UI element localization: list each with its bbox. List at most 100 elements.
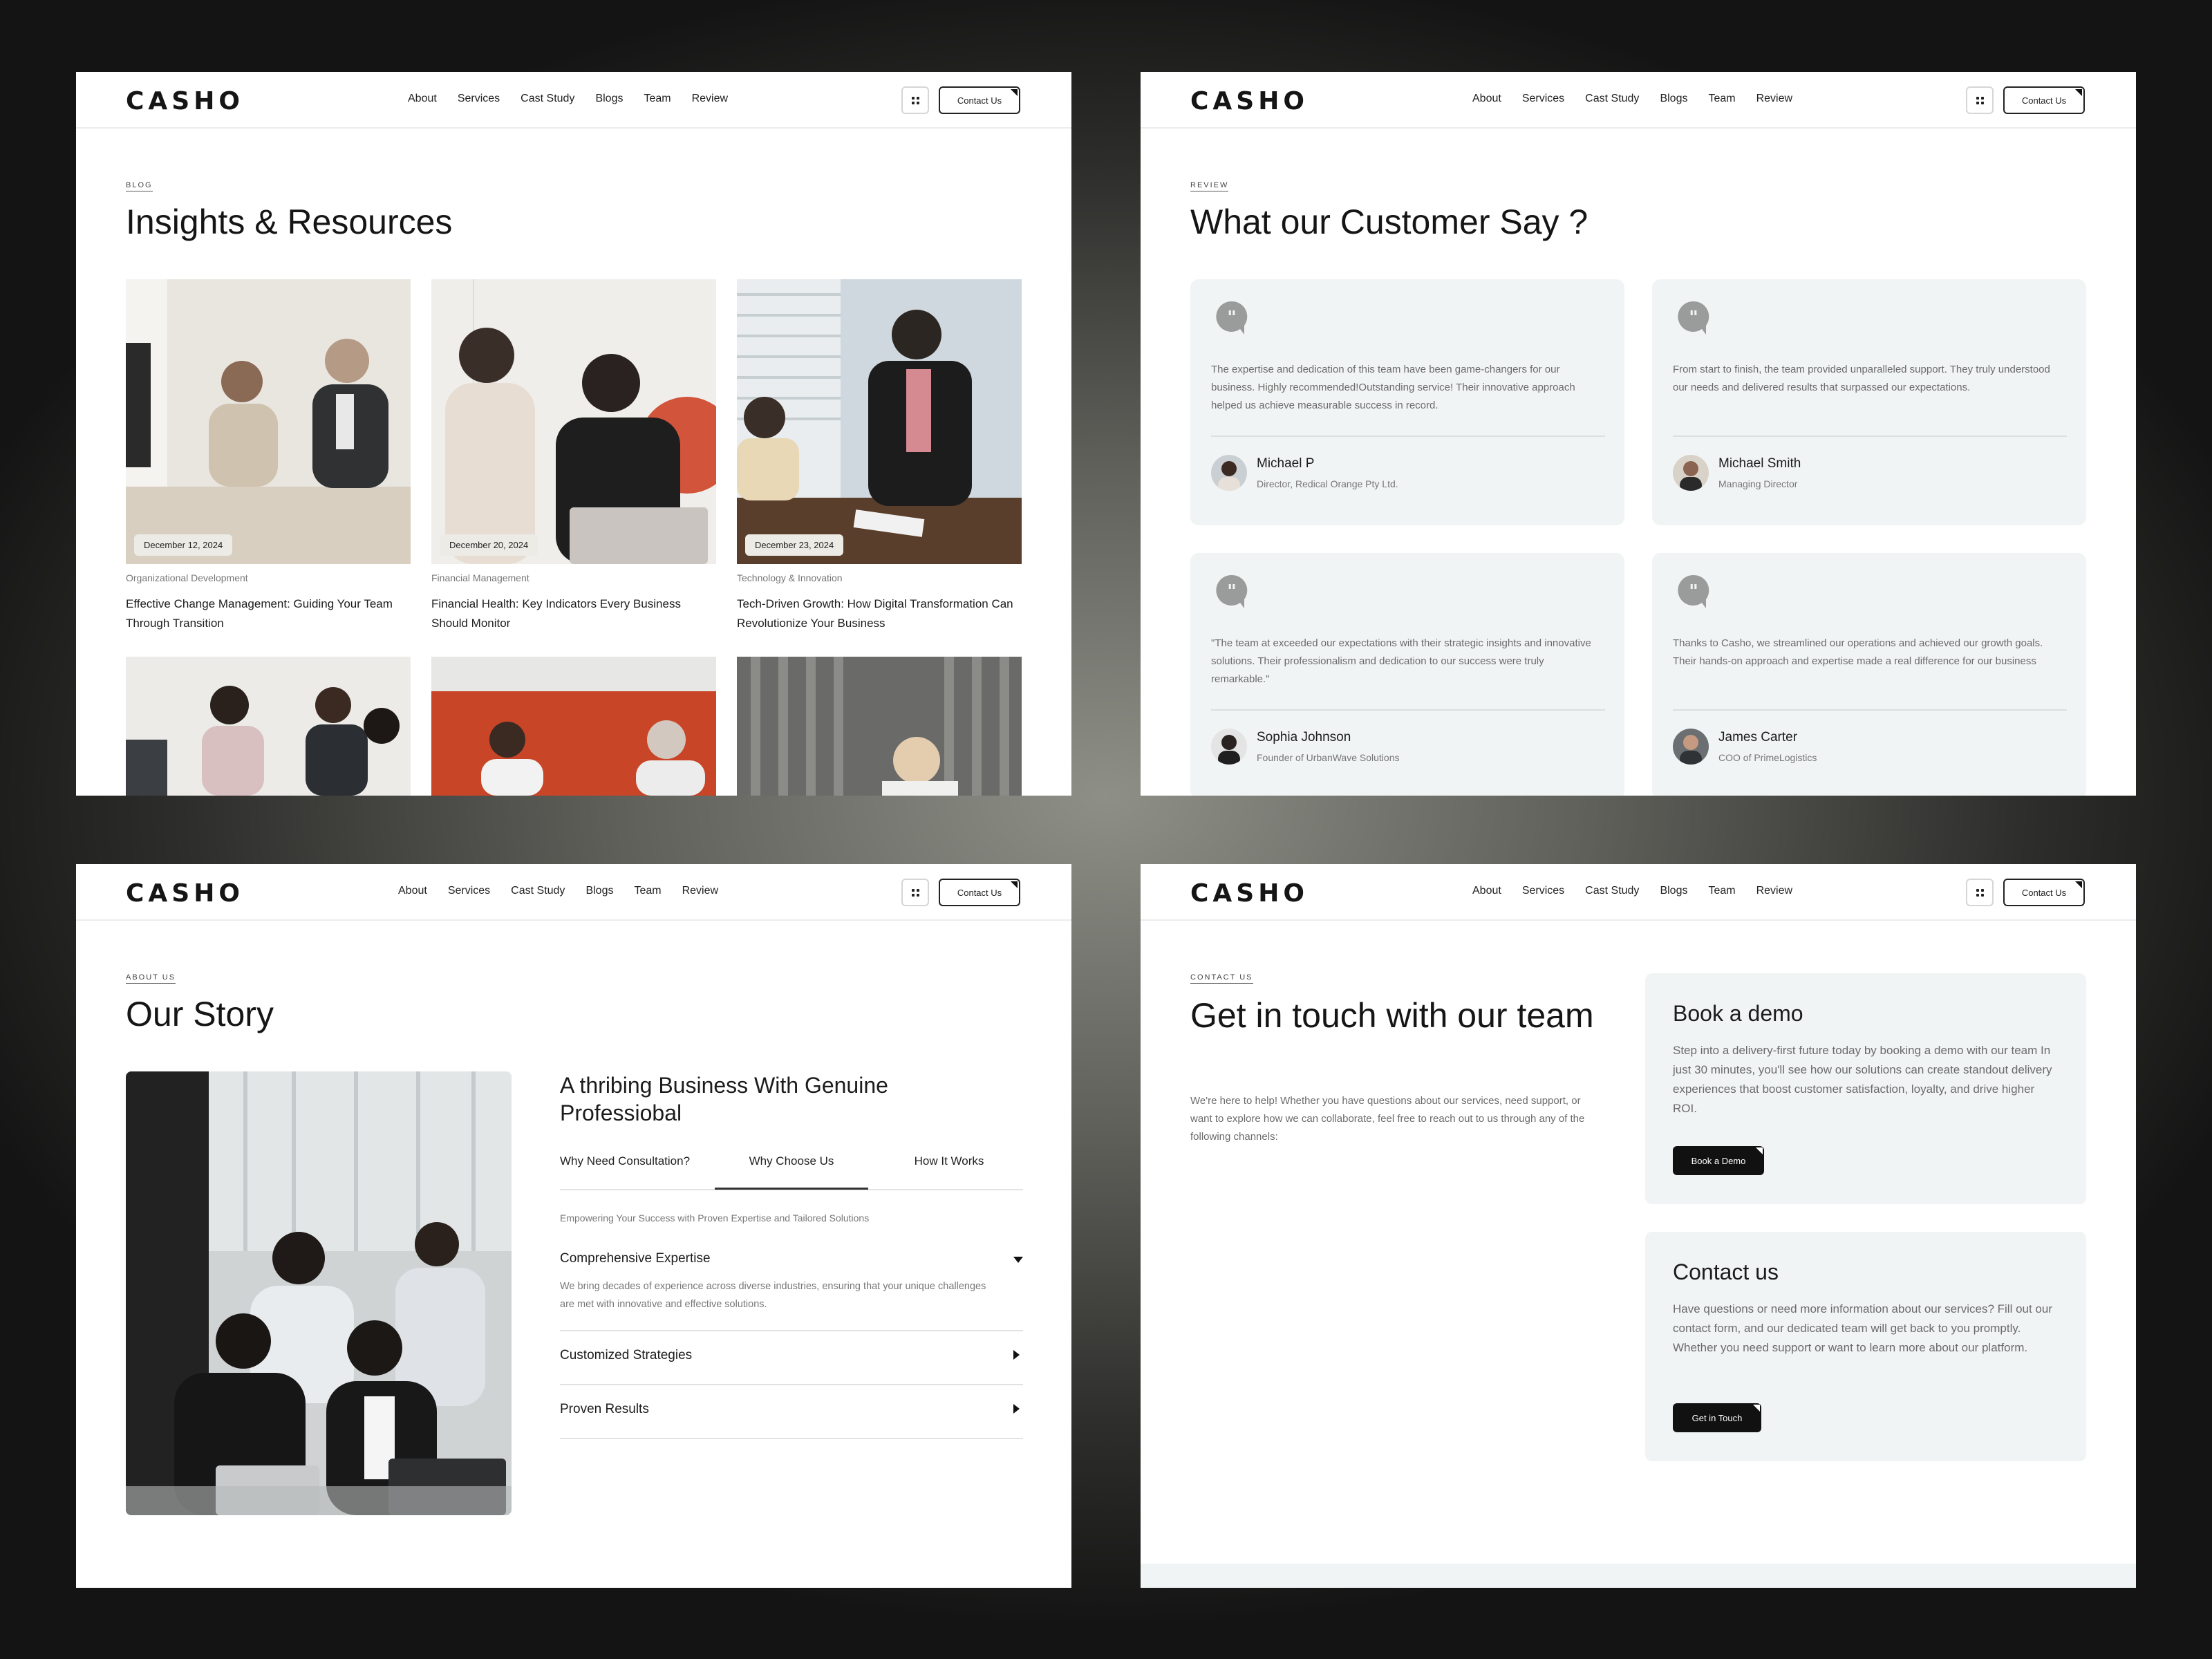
story-image — [126, 1071, 512, 1515]
nav-item-services[interactable]: Services — [448, 885, 490, 897]
grid-menu-button[interactable] — [1966, 86, 1994, 114]
nav-item-blogs[interactable]: Blogs — [595, 93, 623, 105]
contact-us-button[interactable]: Contact Us — [2003, 879, 2085, 906]
brand-logo[interactable]: CASHO — [1190, 87, 1309, 115]
nav-item-about[interactable]: About — [398, 885, 427, 897]
page-title: Get in touch with our team — [1190, 996, 1594, 1035]
grid-menu-button[interactable] — [901, 879, 929, 906]
nav-item-services[interactable]: Services — [1522, 93, 1564, 105]
brand-logo[interactable]: CASHO — [1190, 879, 1309, 908]
nav-item-blogs[interactable]: Blogs — [585, 885, 613, 897]
brand-logo[interactable]: CASHO — [126, 87, 244, 115]
tab-why-need-consultation[interactable]: Why Need Consultation? — [560, 1154, 708, 1188]
book-demo-button[interactable]: Book a Demo — [1673, 1146, 1764, 1175]
card-body: Have questions or need more information … — [1673, 1302, 2053, 1354]
card-title: Book a demo — [1673, 1001, 1803, 1026]
chevron-right-icon[interactable] — [1013, 1404, 1020, 1414]
avatar — [1673, 455, 1709, 491]
nav-item-review[interactable]: Review — [682, 885, 718, 897]
post-category: Organizational Development — [126, 572, 248, 583]
blog-post-image[interactable] — [737, 657, 1022, 796]
get-in-touch-button[interactable]: Get in Touch — [1673, 1403, 1761, 1432]
meeting-photo — [737, 279, 1022, 564]
blog-post-image[interactable]: December 20, 2024 — [431, 279, 716, 564]
nav-item-blogs[interactable]: Blogs — [1660, 885, 1687, 897]
tab-subtitle: Empowering Your Success with Proven Expe… — [560, 1212, 870, 1224]
chevron-right-icon[interactable] — [1013, 1350, 1020, 1360]
nav-item-about[interactable]: About — [1472, 93, 1501, 105]
contact-us-card: Contact us Have questions or need more i… — [1645, 1232, 2086, 1461]
divider — [1673, 709, 2067, 711]
quote-icon: " — [1216, 301, 1248, 335]
navbar: CASHO About Services Cast Study Blogs Te… — [1141, 864, 2136, 921]
post-category: Technology & Innovation — [737, 572, 843, 583]
nav-item-services[interactable]: Services — [1522, 885, 1564, 897]
contact-page-panel: CASHO About Services Cast Study Blogs Te… — [1141, 864, 2136, 1588]
grid-icon — [1976, 888, 1984, 897]
nav-item-team[interactable]: Team — [1708, 93, 1735, 105]
post-title[interactable]: Tech-Driven Growth: How Digital Transfor… — [737, 594, 1022, 633]
tab-bar: Why Need Consultation? Why Choose Us How… — [560, 1149, 1023, 1190]
contact-us-button[interactable]: Contact Us — [939, 879, 1020, 906]
accordion-item-title[interactable]: Customized Strategies — [560, 1348, 692, 1363]
nav-item-case-study[interactable]: Cast Study — [521, 93, 574, 105]
post-title[interactable]: Effective Change Management: Guiding You… — [126, 594, 411, 633]
post-category: Financial Management — [431, 572, 529, 583]
tab-why-choose-us[interactable]: Why Choose Us — [715, 1154, 868, 1190]
nav-item-team[interactable]: Team — [634, 885, 661, 897]
nav-item-team[interactable]: Team — [644, 93, 671, 105]
review-page-panel: CASHO About Services Cast Study Blogs Te… — [1141, 72, 2136, 796]
reviewer-name: Michael Smith — [1718, 456, 1801, 471]
reviewer-name: Sophia Johnson — [1257, 730, 1351, 744]
nav-item-about[interactable]: About — [1472, 885, 1501, 897]
nav-item-review[interactable]: Review — [1756, 885, 1792, 897]
grid-icon — [911, 96, 919, 104]
svg-text:": " — [1689, 581, 1698, 602]
post-date: December 20, 2024 — [440, 534, 538, 556]
blog-post-image[interactable]: December 12, 2024 — [126, 279, 411, 564]
reviewer-role: Managing Director — [1718, 478, 1798, 489]
svg-text:": " — [1689, 308, 1698, 328]
nav-menu: About Services Cast Study Blogs Team Rev… — [408, 93, 728, 105]
post-title[interactable]: Financial Health: Key Indicators Every B… — [431, 594, 716, 633]
brand-logo[interactable]: CASHO — [126, 879, 244, 908]
reviewer-name: Michael P — [1257, 456, 1315, 471]
nav-item-services[interactable]: Services — [458, 93, 500, 105]
nav-item-blogs[interactable]: Blogs — [1660, 93, 1687, 105]
divider — [1211, 435, 1605, 437]
section-eyebrow: BLOG — [126, 181, 153, 191]
contact-us-label: Contact Us — [957, 887, 1002, 898]
footer-strip — [1141, 1564, 2136, 1588]
accordion-item-title[interactable]: Comprehensive Expertise — [560, 1251, 711, 1266]
blog-post-image[interactable] — [126, 657, 411, 796]
review-text: From start to finish, the team provided … — [1673, 364, 2050, 393]
nav-item-case-study[interactable]: Cast Study — [1585, 885, 1639, 897]
nav-item-about[interactable]: About — [408, 93, 437, 105]
grid-menu-button[interactable] — [1966, 879, 1994, 906]
review-text: The expertise and dedication of this tea… — [1211, 364, 1575, 411]
reviewer-role: Director, Redical Orange Pty Ltd. — [1257, 478, 1398, 489]
review-text: "The team at exceeded our expectations w… — [1211, 637, 1591, 685]
page-title: What our Customer Say ? — [1190, 203, 1588, 241]
contact-us-button[interactable]: Contact Us — [2003, 86, 2085, 114]
reviewer-name: James Carter — [1718, 730, 1798, 744]
team-photo — [737, 657, 1022, 796]
contact-us-button[interactable]: Contact Us — [939, 86, 1020, 114]
team-photo — [431, 657, 716, 796]
accordion-item-title[interactable]: Proven Results — [560, 1402, 649, 1417]
nav-item-review[interactable]: Review — [692, 93, 728, 105]
nav-item-case-study[interactable]: Cast Study — [1585, 93, 1639, 105]
contact-us-label: Contact Us — [2021, 887, 2067, 898]
nav-item-review[interactable]: Review — [1756, 93, 1792, 105]
review-card: " "The team at exceeded our expectations… — [1190, 553, 1624, 796]
tab-how-it-works[interactable]: How It Works — [875, 1154, 1023, 1188]
nav-item-case-study[interactable]: Cast Study — [511, 885, 565, 897]
team-photo — [126, 1071, 512, 1515]
page-title: Insights & Resources — [126, 203, 453, 241]
blog-post-image[interactable]: December 23, 2024 — [737, 279, 1022, 564]
nav-item-team[interactable]: Team — [1708, 885, 1735, 897]
blog-post-image[interactable] — [431, 657, 716, 796]
grid-menu-button[interactable] — [901, 86, 929, 114]
chevron-down-icon[interactable] — [1013, 1257, 1023, 1263]
quote-icon: " — [1678, 301, 1709, 335]
